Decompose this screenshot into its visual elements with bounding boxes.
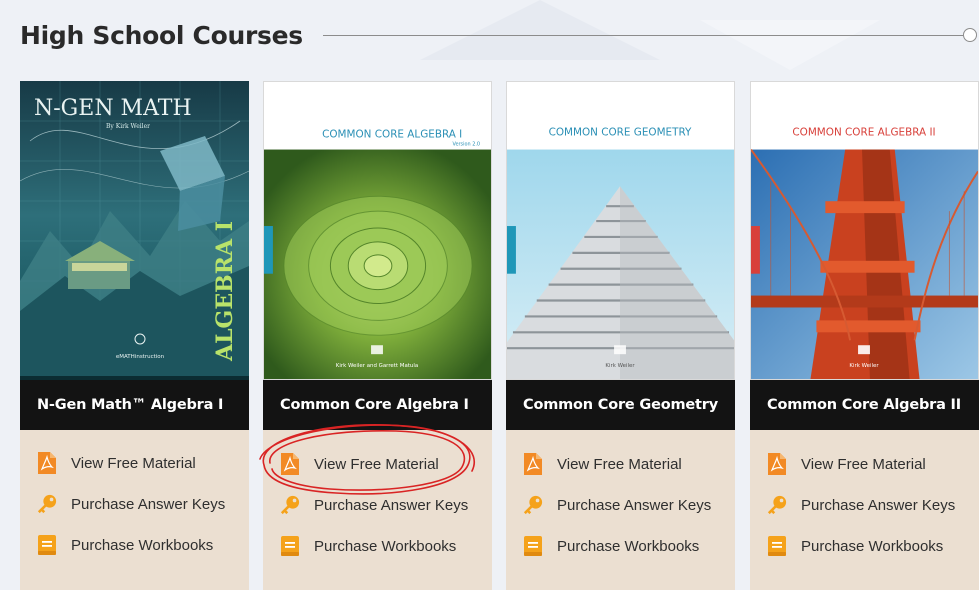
course-links-panel: View Free Material Purchase Answer Keys … (263, 430, 492, 590)
course-cover-image[interactable]: COMMON CORE ALGEBRA II Kirk Weiler (750, 81, 979, 380)
purchase-workbooks-link[interactable]: Purchase Workbooks (523, 534, 699, 558)
cover-publisher-text: eMATHinstruction (116, 354, 165, 360)
purchase-answer-keys-link[interactable]: Purchase Answer Keys (280, 493, 468, 517)
pdf-icon (280, 453, 300, 475)
key-icon (37, 493, 57, 515)
course-links-panel: View Free Material Purchase Answer Keys … (750, 430, 979, 590)
course-title[interactable]: N-Gen Math™ Algebra I (20, 380, 249, 430)
book-icon (523, 535, 543, 557)
course-cards: N-GEN MATH By Kirk Weiler ALGEBRA I eMAT… (20, 81, 979, 582)
purchase-answer-keys-link[interactable]: Purchase Answer Keys (523, 493, 711, 517)
purchase-workbooks-link[interactable]: Purchase Workbooks (37, 533, 213, 557)
purchase-workbooks-link[interactable]: Purchase Workbooks (767, 534, 943, 558)
course-card-cc-algebra-1: COMMON CORE ALGEBRA I Version 2.0 Kirk W… (263, 81, 492, 582)
cover-title-text: COMMON CORE ALGEBRA I (322, 129, 462, 141)
cover-title-text: COMMON CORE GEOMETRY (549, 127, 692, 139)
purchase-answer-keys-link[interactable]: Purchase Answer Keys (37, 492, 225, 516)
pdf-icon (767, 453, 787, 475)
course-title[interactable]: Common Core Algebra II (750, 380, 979, 430)
pdf-icon (523, 453, 543, 475)
course-card-cc-geometry: COMMON CORE GEOMETRY Kirk Weiler Common … (506, 81, 735, 582)
view-free-material-link[interactable]: View Free Material (523, 452, 682, 476)
course-cover-image[interactable]: COMMON CORE ALGEBRA I Version 2.0 Kirk W… (263, 81, 492, 380)
book-icon (280, 535, 300, 557)
book-icon (767, 535, 787, 557)
key-icon (280, 494, 300, 516)
cover-authors-text: Kirk Weiler and Garrett Matula (336, 363, 418, 369)
course-title[interactable]: Common Core Algebra I (263, 380, 492, 430)
cover-subtitle-text: By Kirk Weiler (106, 123, 150, 130)
course-card-cc-algebra-2: COMMON CORE ALGEBRA II Kirk Weiler Commo… (750, 81, 979, 582)
course-card-ngen-algebra-1: N-GEN MATH By Kirk Weiler ALGEBRA I eMAT… (20, 81, 249, 582)
course-title[interactable]: Common Core Geometry (506, 380, 735, 430)
section-title: High School Courses (20, 21, 303, 50)
purchase-workbooks-link[interactable]: Purchase Workbooks (280, 534, 456, 558)
header-divider-line (323, 35, 963, 36)
course-cover-image[interactable]: COMMON CORE GEOMETRY Kirk Weiler (506, 81, 735, 380)
cover-title-text: COMMON CORE ALGEBRA II (792, 127, 935, 139)
key-icon (523, 494, 543, 516)
view-free-material-link[interactable]: View Free Material (280, 452, 439, 476)
cover-authors-text: Kirk Weiler (849, 363, 879, 369)
pdf-icon (37, 452, 57, 474)
purchase-answer-keys-link[interactable]: Purchase Answer Keys (767, 493, 955, 517)
cover-authors-text: Kirk Weiler (605, 363, 635, 369)
key-icon (767, 494, 787, 516)
course-links-panel: View Free Material Purchase Answer Keys … (20, 430, 249, 590)
course-cover-image[interactable]: N-GEN MATH By Kirk Weiler ALGEBRA I eMAT… (20, 81, 249, 380)
header-divider-circle (963, 28, 977, 42)
cover-version-text: Version 2.0 (452, 142, 480, 148)
course-links-panel: View Free Material Purchase Answer Keys … (506, 430, 735, 590)
section-header: High School Courses (20, 18, 979, 52)
book-icon (37, 534, 57, 556)
view-free-material-link[interactable]: View Free Material (767, 452, 926, 476)
cover-title-text: N-GEN MATH (34, 96, 192, 121)
cover-spine-text: ALGEBRA I (212, 221, 238, 362)
view-free-material-link[interactable]: View Free Material (37, 451, 196, 475)
